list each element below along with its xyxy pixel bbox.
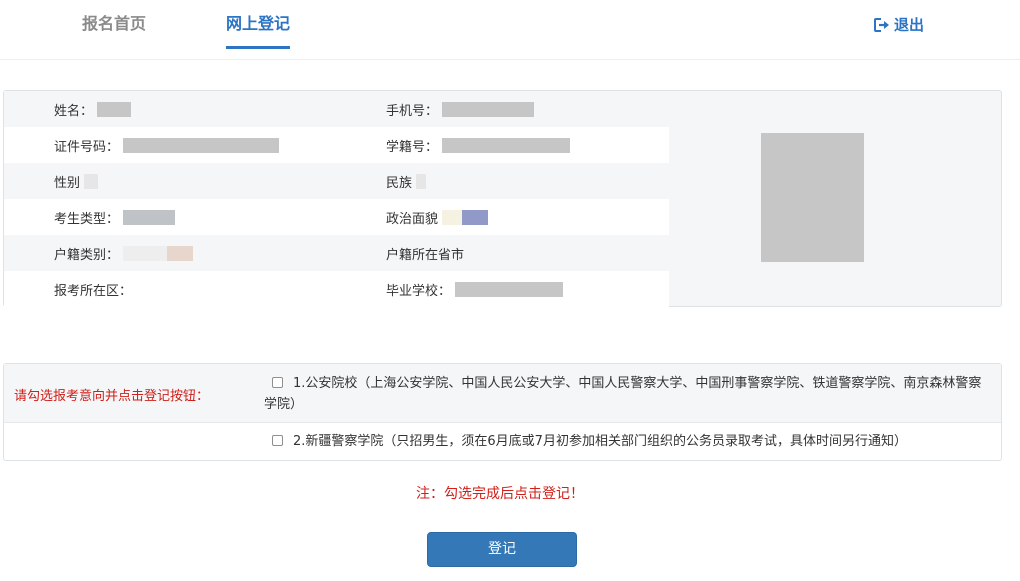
political-status-redacted-a xyxy=(442,209,463,225)
info-cell-gender: 性别 xyxy=(4,163,336,199)
register-button[interactable]: 登记 xyxy=(427,532,577,567)
info-row: 考生类型： 政治面貌 xyxy=(4,199,669,235)
logout-icon xyxy=(873,17,890,32)
political-status-value-redacted xyxy=(462,209,489,225)
name-label: 姓名： xyxy=(54,103,94,119)
option-police-academies: 1.公安院校（上海公安学院、中国人民公安大学、中国人民警察大学、中国刑事警察学院… xyxy=(264,373,992,415)
gender-value-redacted xyxy=(84,173,99,189)
graduation-school-value-redacted xyxy=(455,281,564,297)
logout-button[interactable]: 退出 xyxy=(873,14,924,35)
info-cell-political-status: 政治面貌 xyxy=(336,199,668,235)
candidate-photo-redacted xyxy=(761,133,864,262)
phone-value-redacted xyxy=(442,101,535,117)
info-cell-phone: 手机号： xyxy=(336,91,668,127)
xinjiang-police-college-checkbox[interactable] xyxy=(272,435,283,446)
info-row: 性别 民族 xyxy=(4,163,669,199)
phone-label: 手机号： xyxy=(386,103,439,119)
info-cell-candidate-type: 考生类型： xyxy=(4,199,336,235)
info-cell-exam-district: 报考所在区： xyxy=(4,271,336,307)
info-row: 姓名： 手机号： xyxy=(4,91,669,127)
info-cell-graduation-school: 毕业学校： xyxy=(336,271,668,307)
info-row: 报考所在区： 毕业学校： xyxy=(4,271,669,307)
info-row: 户籍类别： 户籍所在省市 xyxy=(4,235,669,271)
candidate-type-label: 考生类型： xyxy=(54,211,120,227)
option-xinjiang-police-college-text: 2.新疆警察学院（只招男生，须在6月底或7月初参加相关部门组织的公务员录取考试，… xyxy=(293,434,907,449)
household-type-value-redacted xyxy=(167,245,194,261)
exam-district-label: 报考所在区： xyxy=(54,283,133,299)
tab-registration-home[interactable]: 报名首页 xyxy=(82,13,146,49)
household-type-label: 户籍类别： xyxy=(54,247,120,263)
intent-selection-panel: 请勾选报考意向并点击登记按钮： 1.公安院校（上海公安学院、中国人民公安大学、中… xyxy=(3,363,1002,461)
political-status-label: 政治面貌 xyxy=(386,211,439,227)
id-number-value-redacted xyxy=(123,137,280,153)
police-academies-checkbox[interactable] xyxy=(272,377,283,388)
option-xinjiang-police-college: 2.新疆警察学院（只招男生，须在6月底或7月初参加相关部门组织的公务员录取考试，… xyxy=(264,431,992,452)
info-cell-ethnicity: 民族 xyxy=(336,163,668,199)
graduation-school-label: 毕业学校： xyxy=(386,283,452,299)
info-cell-household-province: 户籍所在省市 xyxy=(336,235,668,271)
id-number-label: 证件号码： xyxy=(54,139,120,155)
selection-prompt: 请勾选报考意向并点击登记按钮： xyxy=(14,389,210,404)
logout-label: 退出 xyxy=(893,16,924,34)
tab-online-registration[interactable]: 网上登记 xyxy=(226,13,291,49)
info-cell-id-number: 证件号码： xyxy=(4,127,336,163)
ethnicity-value-redacted xyxy=(416,173,427,189)
household-type-redacted-a xyxy=(123,245,168,261)
option-police-academies-text: 1.公安院校（上海公安学院、中国人民公安大学、中国人民警察大学、中国刑事警察学院… xyxy=(264,376,982,412)
top-navigation: 报名首页 网上登记 退出 xyxy=(0,0,1020,60)
info-cell-student-number: 学籍号： xyxy=(336,127,668,163)
gender-label: 性别 xyxy=(54,175,81,191)
info-cell-household-type: 户籍类别： xyxy=(4,235,336,271)
info-grid: 姓名： 手机号： 证件号码： 学籍号： 性别 民族 考生类型： 政治面貌 户籍类… xyxy=(4,91,669,307)
name-value-redacted xyxy=(97,101,132,117)
info-row: 证件号码： 学籍号： xyxy=(4,127,669,163)
submit-note: 注：勾选完成后点击登记！ xyxy=(416,486,584,502)
household-province-label: 户籍所在省市 xyxy=(386,247,465,263)
candidate-info-panel: 姓名： 手机号： 证件号码： 学籍号： 性别 民族 考生类型： 政治面貌 户籍类… xyxy=(3,90,1002,307)
student-number-label: 学籍号： xyxy=(386,139,439,155)
candidate-type-value-redacted xyxy=(123,209,176,225)
student-number-value-redacted xyxy=(442,137,571,153)
ethnicity-label: 民族 xyxy=(386,175,413,191)
info-cell-name: 姓名： xyxy=(4,91,336,127)
